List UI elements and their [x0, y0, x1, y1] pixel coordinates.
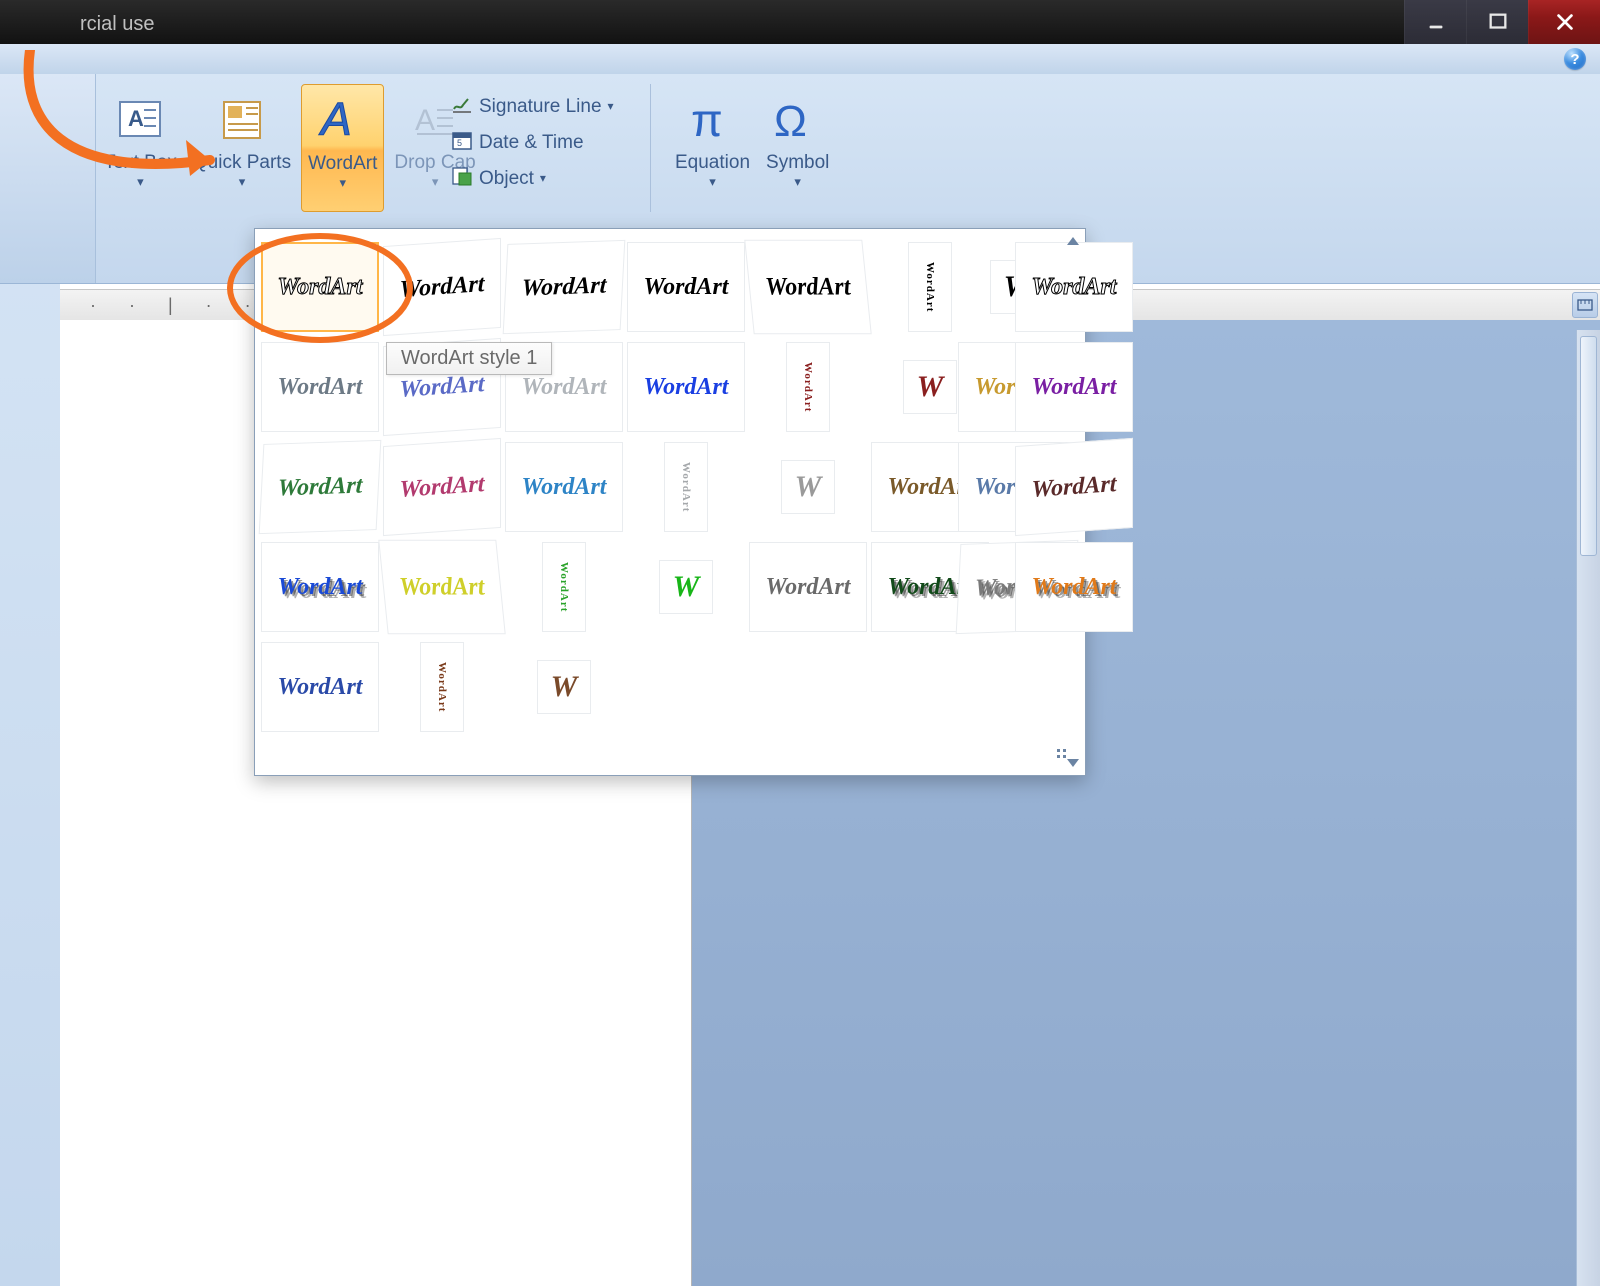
- wordart-button[interactable]: A WordArt ▾: [301, 84, 384, 212]
- wordart-style-10[interactable]: WordArt: [627, 342, 745, 432]
- svg-text:5: 5: [457, 138, 462, 148]
- ribbon-group-symbols: π Equation ▾ Ω Symbol ▾: [650, 84, 835, 212]
- wordart-style-w-2[interactable]: W: [903, 360, 957, 414]
- date-time-label: Date & Time: [479, 132, 584, 154]
- svg-text:A: A: [415, 104, 435, 137]
- ribbon-left-pad: [0, 74, 96, 283]
- object-icon: [451, 165, 473, 193]
- window-titlebar: rcial use: [0, 0, 1600, 44]
- quick-parts-icon: [220, 90, 264, 150]
- wordart-style-7[interactable]: WordArt: [261, 342, 379, 432]
- wordart-style-19[interactable]: WordArt: [261, 542, 379, 632]
- quick-parts-button[interactable]: Quick Parts ▾: [187, 84, 297, 212]
- help-bar: ?: [0, 44, 1600, 74]
- help-icon[interactable]: ?: [1564, 48, 1586, 70]
- dropdown-icon: ▾: [239, 175, 246, 190]
- signature-line-button[interactable]: Signature Line ▾: [445, 92, 620, 122]
- wordart-style-2[interactable]: WordArt: [383, 238, 501, 336]
- equation-button[interactable]: π Equation ▾: [669, 84, 756, 212]
- wordart-style-21[interactable]: WordArt: [749, 542, 867, 632]
- svg-text:Ω: Ω: [774, 97, 807, 146]
- ribbon-group-insert-extras: Signature Line ▾ 5 Date & Time Object ▾: [445, 92, 620, 194]
- tooltip-text: WordArt style 1: [401, 347, 537, 369]
- quick-parts-label: Quick Parts: [193, 152, 291, 174]
- ruler-toggle-button[interactable]: [1572, 292, 1598, 318]
- wordart-style-14[interactable]: WordArt: [383, 438, 501, 536]
- omega-icon: Ω: [770, 90, 826, 150]
- dropdown-icon: ▾: [432, 175, 439, 190]
- gallery-scrollbar[interactable]: [1063, 237, 1083, 767]
- wordart-style-20[interactable]: WordArt: [378, 540, 505, 635]
- text-box-button[interactable]: A Text Box ▾: [98, 84, 183, 212]
- scroll-up-icon[interactable]: [1067, 237, 1079, 245]
- wordart-style-1[interactable]: WordArt: [261, 242, 379, 332]
- wordart-style-vertical-1[interactable]: WordArt: [908, 242, 952, 332]
- svg-text:π: π: [691, 94, 723, 146]
- dropdown-icon: ▾: [540, 172, 546, 186]
- dropdown-icon: ▾: [608, 100, 614, 114]
- calendar-icon: 5: [451, 129, 473, 157]
- pi-icon: π: [685, 90, 741, 150]
- vertical-scrollbar[interactable]: [1576, 330, 1600, 1286]
- wordart-style-w-5[interactable]: W: [537, 660, 591, 714]
- wordart-style-5[interactable]: WordArt: [744, 240, 871, 335]
- wordart-style-4[interactable]: WordArt: [627, 242, 745, 332]
- equation-label: Equation: [675, 152, 750, 174]
- dropdown-icon: ▾: [794, 175, 801, 190]
- wordart-style-vertical-4[interactable]: WordArt: [542, 542, 586, 632]
- wordart-style-3[interactable]: WordArt: [503, 240, 626, 334]
- ribbon-group-text: A Text Box ▾ Quick Parts ▾ A WordArt ▾ A…: [98, 84, 482, 212]
- wordart-style-w-4[interactable]: W: [659, 560, 713, 614]
- scrollbar-thumb[interactable]: [1580, 336, 1597, 556]
- text-box-icon: A: [118, 90, 162, 150]
- minimize-button[interactable]: [1404, 0, 1466, 44]
- window-controls: [1404, 0, 1600, 44]
- wordart-style-vertical-3[interactable]: WordArt: [664, 442, 708, 532]
- maximize-button[interactable]: [1466, 0, 1528, 44]
- tooltip: WordArt style 1: [386, 342, 552, 375]
- dropdown-icon: ▾: [137, 175, 144, 190]
- symbol-label: Symbol: [766, 152, 829, 174]
- signature-icon: [451, 93, 473, 121]
- wordart-style-15[interactable]: WordArt: [505, 442, 623, 532]
- close-button[interactable]: [1528, 0, 1600, 44]
- wordart-style-vertical-5[interactable]: WordArt: [420, 642, 464, 732]
- object-button[interactable]: Object ▾: [445, 164, 620, 194]
- symbol-button[interactable]: Ω Symbol ▾: [760, 84, 835, 212]
- wordart-style-13[interactable]: WordArt: [259, 440, 382, 534]
- wordart-gallery: WordArtWordArtWordArtWordArtWordArtWordA…: [254, 228, 1086, 776]
- text-box-label: Text Box: [104, 152, 177, 174]
- window-title: rcial use: [80, 13, 154, 36]
- wordart-style-25[interactable]: WordArt: [261, 642, 379, 732]
- ruler-toggle-icon: [1577, 297, 1593, 313]
- gallery-resize-handle[interactable]: [1057, 749, 1077, 769]
- wordart-style-vertical-2[interactable]: WordArt: [786, 342, 830, 432]
- wordart-style-w-3[interactable]: W: [781, 460, 835, 514]
- wordart-label: WordArt: [308, 153, 377, 175]
- signature-line-label: Signature Line: [479, 96, 602, 118]
- dropdown-icon: ▾: [709, 175, 716, 190]
- dropdown-icon: ▾: [339, 176, 346, 191]
- svg-text:A: A: [318, 93, 352, 145]
- svg-text:A: A: [128, 106, 144, 131]
- date-time-button[interactable]: 5 Date & Time: [445, 128, 620, 158]
- object-label: Object: [479, 168, 534, 190]
- wordart-icon: A: [315, 91, 371, 151]
